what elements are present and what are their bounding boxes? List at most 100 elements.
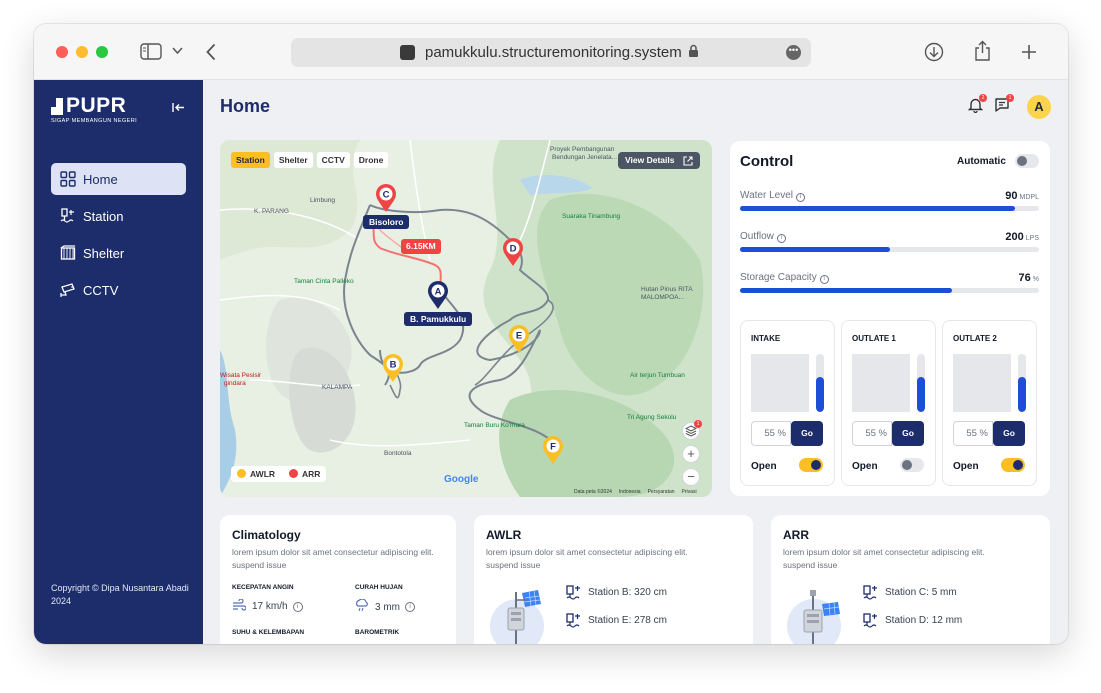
place-label: gindara (224, 380, 246, 387)
map-pin-a[interactable]: A (427, 280, 449, 310)
map-filter-chips: Station Shelter CCTV Drone (231, 152, 389, 168)
gate-title: INTAKE (751, 334, 781, 343)
chip-station[interactable]: Station (231, 152, 270, 168)
arr-card: ARR lorem ipsum dolor sit amet consectet… (771, 515, 1050, 644)
info-icon[interactable]: i (795, 193, 805, 202)
place-label: Wisata Pesisir (220, 372, 262, 379)
minimize-window-button[interactable] (76, 46, 88, 58)
arr-station-illustration (787, 590, 841, 644)
info-icon[interactable]: i (292, 601, 303, 612)
station-label-pamukkulu[interactable]: B. Pamukkulu (404, 312, 473, 326)
gate-percent-input[interactable]: 55 % (852, 421, 892, 446)
layers-icon[interactable]: 1 (683, 420, 702, 439)
card-title: AWLR (486, 528, 522, 542)
gate-open-toggle[interactable] (1001, 458, 1025, 472)
station-reading: Station B: 320 cm (588, 587, 667, 598)
zoom-in-button[interactable]: + (683, 446, 699, 462)
gate-go-button[interactable]: Go (892, 421, 924, 446)
avatar[interactable]: A (1027, 95, 1051, 119)
gate-percent-input[interactable]: 55 % (751, 421, 791, 446)
map-pin-c[interactable]: C (375, 183, 397, 213)
sidebar: PUPR SIGAP MEMBANGUN NEGERI Home Station (34, 80, 203, 644)
more-icon[interactable]: ••• (786, 45, 801, 60)
attribution-terms[interactable]: Persyaratan (648, 489, 675, 495)
notification-bell-icon[interactable]: 2 (967, 94, 987, 118)
sidebar-item-shelter[interactable]: Shelter (51, 237, 186, 269)
map-pin-e[interactable]: E (508, 324, 530, 354)
meter-unit: % (1032, 276, 1039, 283)
map-legend: AWLR ARR (231, 466, 327, 482)
map-pin-b[interactable]: B (382, 353, 404, 383)
chip-shelter[interactable]: Shelter (273, 152, 313, 168)
automatic-toggle[interactable] (1015, 154, 1039, 168)
meter-label: Storage Capacity (740, 272, 817, 283)
place-label: Taman Buru Ko'mara (464, 422, 525, 429)
gate-level-slider[interactable] (1018, 354, 1026, 412)
sidebar-item-station[interactable]: Station (51, 200, 186, 232)
rain-gauge-icon (863, 613, 878, 628)
sidebar-toggle-icon[interactable] (140, 43, 162, 60)
climatology-card: Climatology lorem ipsum dolor sit amet c… (220, 515, 456, 644)
gate-percent-input[interactable]: 55 % (953, 421, 993, 446)
gate-go-button[interactable]: Go (993, 421, 1025, 446)
station-reading: Station E: 278 cm (588, 615, 667, 626)
gate-level-slider[interactable] (917, 354, 925, 412)
sidebar-item-home[interactable]: Home (51, 163, 186, 195)
close-window-button[interactable] (56, 46, 68, 58)
place-label: KALAMPA (322, 384, 353, 391)
address-bar[interactable]: pamukkulu.structuremonitoring.system ••• (291, 38, 811, 67)
logo-tagline: SIGAP MEMBANGUN NEGERI (51, 118, 138, 124)
zoom-out-button[interactable]: − (683, 469, 699, 485)
download-icon[interactable] (924, 42, 944, 62)
attribution-privacy[interactable]: Privasi (682, 489, 697, 495)
info-icon[interactable]: i (405, 602, 415, 612)
view-details-button[interactable]: View Details (618, 152, 700, 169)
grid-icon (60, 171, 76, 187)
new-tab-icon[interactable] (1021, 44, 1037, 60)
sidebar-item-label: Home (83, 171, 118, 187)
gate-title: OUTLATE 1 (852, 334, 896, 343)
place-label: Suaraka Tinambung (562, 213, 621, 220)
back-icon[interactable] (206, 43, 216, 61)
meter-fill (740, 206, 1016, 211)
arr-station-line: Station D: 12 mm (863, 613, 962, 628)
page-title: Home (220, 96, 271, 116)
maximize-window-button[interactable] (96, 46, 108, 58)
attribution-region[interactable]: Indonesia (619, 489, 641, 495)
station-map[interactable]: Station Shelter CCTV Drone View Details … (220, 140, 712, 497)
messages-badge: 1 (1006, 94, 1014, 102)
place-label: K. PARANG (254, 208, 289, 215)
map-pin-d[interactable]: D (502, 237, 524, 267)
gate-level-slider[interactable] (816, 354, 824, 412)
google-logo: Google (444, 474, 479, 485)
awlr-card: AWLR lorem ipsum dolor sit amet consecte… (474, 515, 753, 644)
control-card: Control Automatic Water Level i 90 MDPL Ou… (730, 141, 1050, 496)
map-pin-f[interactable]: F (542, 435, 564, 465)
place-label: Proyek Pembangunan (550, 146, 615, 153)
meter-value: 200 (1005, 231, 1024, 243)
card-description: lorem ipsum dolor sit amet consectetur a… (486, 547, 688, 570)
share-icon[interactable] (974, 40, 991, 62)
stat-label: KECEPATAN ANGIN (232, 584, 294, 591)
gate-go-button[interactable]: Go (791, 421, 823, 446)
chevron-down-icon[interactable] (172, 47, 183, 55)
gate-open-toggle[interactable] (900, 458, 924, 472)
gate-open-toggle[interactable] (799, 458, 823, 472)
info-icon[interactable]: i (776, 234, 786, 243)
place-label: Taman Cinta Palleko (294, 278, 354, 285)
chip-drone[interactable]: Drone (353, 152, 389, 168)
gate-title: OUTLATE 2 (953, 334, 997, 343)
gate-outlate-1: OUTLATE 1 55 % Go Open (841, 320, 936, 486)
card-description: lorem ipsum dolor sit amet consectetur a… (232, 547, 434, 570)
sidebar-item-cctv[interactable]: CCTV (51, 274, 186, 306)
station-label-bisoloro[interactable]: Bisoloro (363, 215, 410, 229)
stat-label: SUHU & KELEMBAPAN (232, 629, 305, 636)
info-icon[interactable]: i (819, 275, 829, 284)
place-label: Bontotola (384, 450, 412, 457)
legend-item-arr: ARR (289, 469, 320, 479)
collapse-sidebar-icon[interactable] (172, 100, 185, 118)
place-label: Limbung (310, 197, 335, 204)
messages-icon[interactable]: 1 (994, 94, 1014, 118)
gate-preview (852, 354, 910, 412)
chip-cctv[interactable]: CCTV (316, 152, 350, 168)
